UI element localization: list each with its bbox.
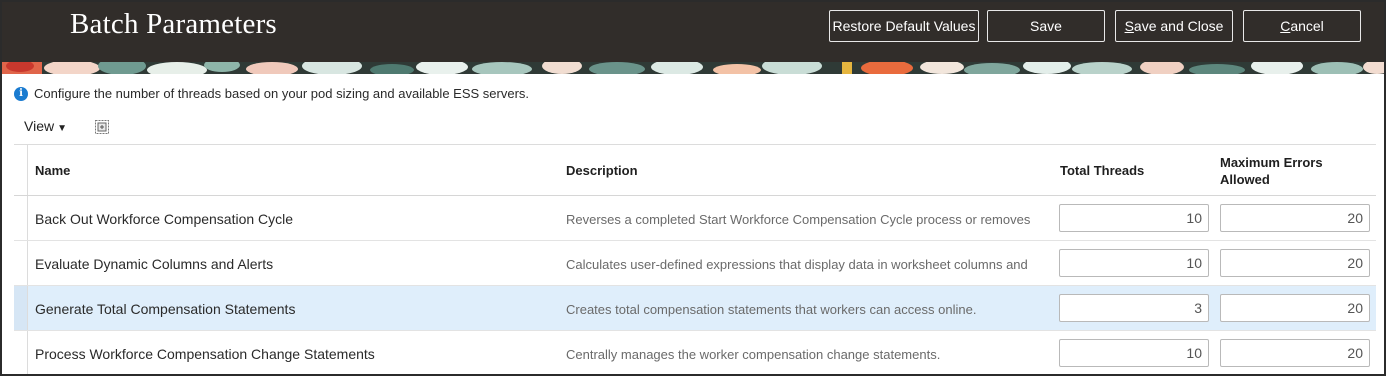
- column-header-total-threads[interactable]: Total Threads: [1060, 162, 1144, 179]
- table-row[interactable]: Evaluate Dynamic Columns and Alerts Calc…: [14, 241, 1376, 286]
- view-menu-label: View: [24, 118, 55, 134]
- process-description: Creates total compensation statements th…: [566, 302, 977, 317]
- process-name: Process Workforce Compensation Change St…: [35, 346, 375, 362]
- column-header-maximum-errors[interactable]: Maximum Errors Allowed: [1220, 154, 1323, 188]
- batch-parameters-table: Name Description Total Threads Maximum E…: [14, 144, 1376, 374]
- column-header-description[interactable]: Description: [566, 162, 638, 179]
- info-text: Configure the number of threads based on…: [34, 86, 530, 101]
- process-description: Centrally manages the worker compensatio…: [566, 347, 941, 362]
- batch-parameters-page: Batch Parameters Restore Default Values …: [0, 0, 1386, 376]
- page-title: Batch Parameters: [70, 8, 277, 40]
- maximum-errors-input[interactable]: [1220, 339, 1370, 367]
- info-message: i Configure the number of threads based …: [14, 86, 529, 101]
- total-threads-input[interactable]: [1059, 249, 1209, 277]
- detach-icon[interactable]: [94, 119, 110, 135]
- maximum-errors-input[interactable]: [1220, 249, 1370, 277]
- total-threads-input[interactable]: [1059, 204, 1209, 232]
- process-name: Evaluate Dynamic Columns and Alerts: [35, 256, 274, 272]
- maximum-errors-input[interactable]: [1220, 204, 1370, 232]
- row-gutter: [14, 286, 28, 330]
- chevron-down-icon: ▼: [57, 123, 67, 134]
- table-row[interactable]: Back Out Workforce Compensation Cycle Re…: [14, 196, 1376, 241]
- total-threads-input[interactable]: [1059, 339, 1209, 367]
- save-and-close-button[interactable]: Save and Close: [1115, 10, 1233, 42]
- cancel-mnemonic: C: [1280, 18, 1291, 34]
- cancel-button[interactable]: Cancel: [1243, 10, 1361, 42]
- save-button[interactable]: Save: [987, 10, 1105, 42]
- table-row[interactable]: Process Workforce Compensation Change St…: [14, 331, 1376, 374]
- column-header-maximum-errors-line2: Allowed: [1220, 172, 1270, 187]
- table-row-selected[interactable]: Generate Total Compensation Statements C…: [14, 286, 1376, 331]
- view-menu[interactable]: View ▼: [24, 118, 67, 134]
- process-name: Generate Total Compensation Statements: [35, 301, 296, 317]
- row-gutter: [14, 196, 28, 240]
- save-and-close-label: ave and Close: [1133, 18, 1224, 34]
- info-icon: i: [14, 86, 28, 101]
- save-and-close-mnemonic: S: [1124, 18, 1134, 34]
- header-gutter: [14, 145, 28, 195]
- table-header: Name Description Total Threads Maximum E…: [14, 144, 1376, 196]
- header-banner-pattern: [2, 62, 1384, 74]
- restore-default-values-button[interactable]: Restore Default Values: [829, 10, 979, 42]
- maximum-errors-input[interactable]: [1220, 294, 1370, 322]
- table-toolbar: View ▼: [24, 118, 67, 134]
- process-name: Back Out Workforce Compensation Cycle: [35, 211, 294, 227]
- column-header-maximum-errors-line1: Maximum Errors: [1220, 155, 1323, 170]
- process-description: Calculates user-defined expressions that…: [566, 257, 1028, 272]
- row-gutter: [14, 331, 28, 374]
- process-description: Reverses a completed Start Workforce Com…: [566, 212, 1031, 227]
- total-threads-input[interactable]: [1059, 294, 1209, 322]
- page-header: Batch Parameters Restore Default Values …: [2, 2, 1384, 62]
- column-header-name[interactable]: Name: [35, 162, 70, 179]
- cancel-label: ancel: [1290, 18, 1324, 34]
- row-gutter: [14, 241, 28, 285]
